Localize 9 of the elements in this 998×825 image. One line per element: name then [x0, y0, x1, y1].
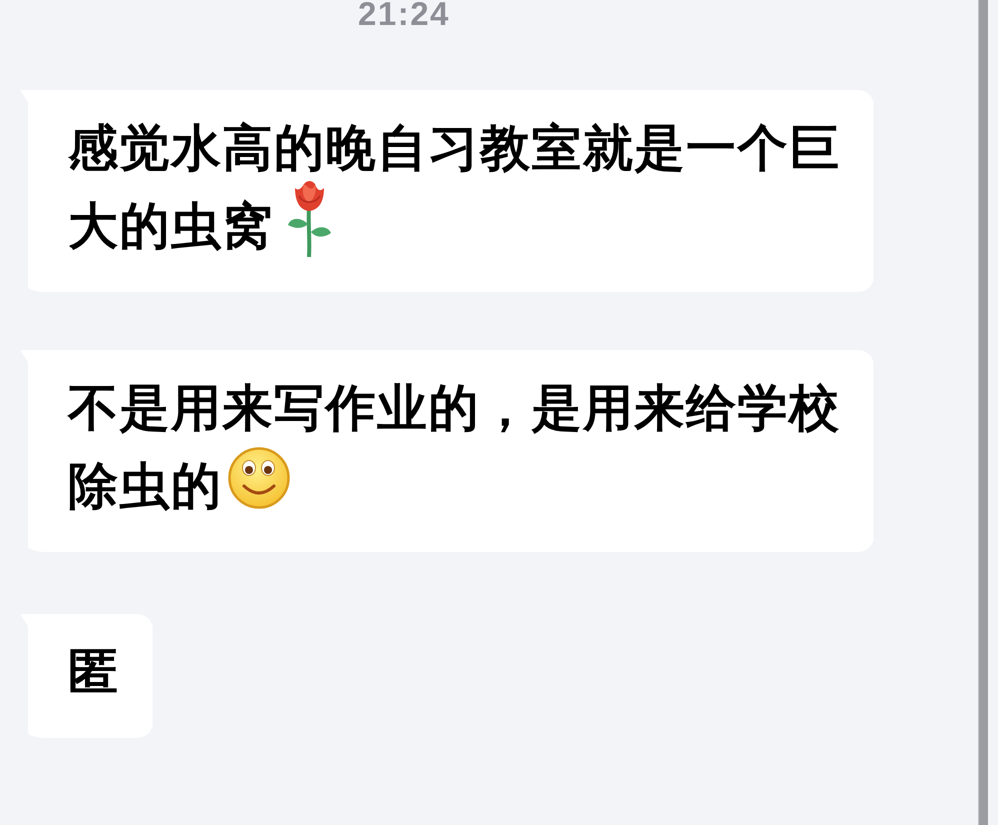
- message-text: 除虫的: [68, 457, 222, 515]
- message-text: 感觉水高的晚自习教室就是一个巨: [68, 119, 840, 177]
- rose-icon: [287, 180, 332, 257]
- scrollbar[interactable]: [978, 0, 988, 825]
- message-text: 大的虫窝: [68, 197, 274, 255]
- message-text: 匿: [68, 643, 120, 701]
- message-text: 不是用来写作业的，是用来给学校: [68, 379, 840, 437]
- timestamp: 21:24: [358, 0, 450, 28]
- smiley-face-icon: [228, 447, 290, 509]
